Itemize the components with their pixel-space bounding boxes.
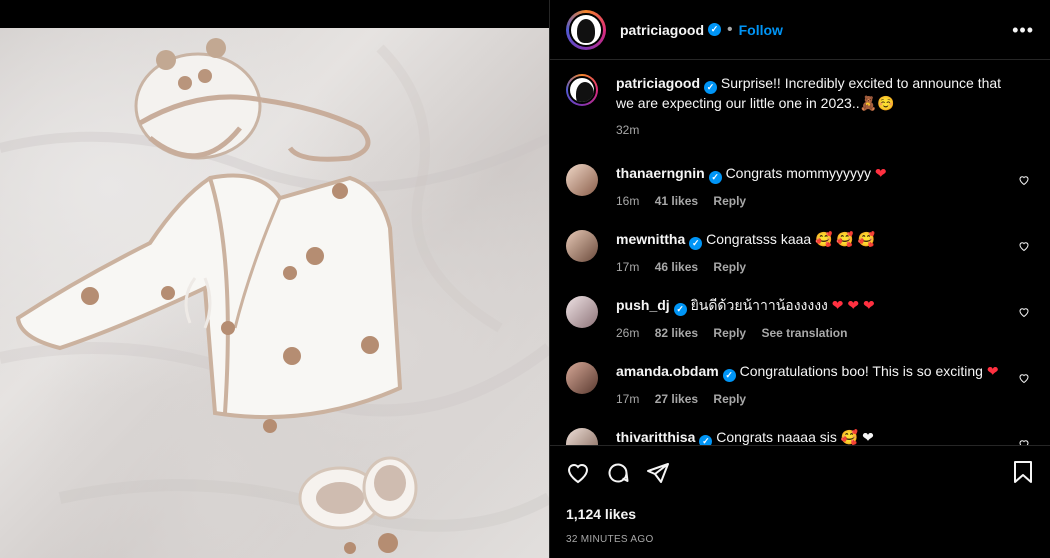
- like-comment-heart-icon[interactable]: [1018, 438, 1030, 445]
- like-comment-heart-icon[interactable]: [1018, 240, 1030, 252]
- reply-button[interactable]: Reply: [713, 260, 746, 274]
- comment-username[interactable]: thanaerngnin: [616, 165, 705, 181]
- baby-top: [15, 173, 403, 433]
- post-detail-panel: patriciagood ✓ • Follow ••• patriciagood…: [549, 0, 1050, 558]
- comment-row: push_dj ✓ ยินดีด้วยน้าาาน้องงงงง ❤ ❤ ❤ 26…: [566, 296, 1034, 362]
- likes-count[interactable]: 1,124 likes: [566, 506, 1034, 522]
- commenter-avatar[interactable]: [566, 296, 598, 328]
- verified-badge-icon: ✓: [708, 171, 722, 184]
- see-translation-button[interactable]: See translation: [761, 326, 847, 340]
- comment-text: Congratsss kaaa: [706, 231, 812, 247]
- baby-hat: [134, 38, 371, 162]
- like-comment-heart-icon[interactable]: [1018, 306, 1030, 318]
- comment-emoji: 🥰 🥰 🥰: [815, 231, 876, 247]
- separator-dot: •: [727, 20, 733, 38]
- like-heart-icon[interactable]: [566, 461, 590, 485]
- comment-time: 17m: [616, 392, 640, 406]
- comment-text: Congrats naaaa sis: [716, 429, 837, 445]
- baby-booties: [298, 456, 418, 554]
- caption-username[interactable]: patriciagood: [616, 75, 700, 91]
- more-options-icon[interactable]: •••: [1012, 20, 1034, 41]
- like-comment-heart-icon[interactable]: [1018, 174, 1030, 186]
- reply-button[interactable]: Reply: [713, 194, 746, 208]
- commenter-avatar[interactable]: [566, 428, 598, 445]
- share-paper-plane-icon[interactable]: [646, 461, 670, 485]
- verified-badge-icon: ✓: [673, 303, 687, 316]
- comment-username[interactable]: mewnittha: [616, 231, 685, 247]
- bookmark-save-icon[interactable]: [1012, 460, 1034, 484]
- like-comment-heart-icon[interactable]: [1018, 372, 1030, 384]
- comment-time: 26m: [616, 326, 640, 340]
- post-timestamp: 32 MINUTES AGO: [566, 534, 654, 545]
- comment-row: thivaritthisa ✓ Congrats naaaa sis 🥰 ❤: [566, 428, 1034, 445]
- comment-row: thanaerngnin ✓ Congrats mommyyyyyy ❤ 16m …: [566, 164, 1034, 230]
- comment-time: 16m: [616, 194, 640, 208]
- verified-badge-icon: ✓: [704, 81, 718, 94]
- post-actions: 1,124 likes 32 MINUTES AGO: [550, 445, 1050, 558]
- caption-row: patriciagood ✓ Surprise!! Incredibly exci…: [566, 74, 1034, 140]
- caption-time: 32m: [616, 123, 640, 137]
- comment-username[interactable]: thivaritthisa: [616, 429, 695, 445]
- comment-username[interactable]: push_dj: [616, 297, 670, 313]
- comment-text: Congrats mommyyyyyy: [725, 165, 872, 181]
- reply-button[interactable]: Reply: [713, 326, 746, 340]
- verified-badge-icon: ✓: [708, 23, 722, 36]
- comment-time: 17m: [616, 260, 640, 274]
- verified-badge-icon: ✓: [689, 237, 703, 250]
- comment-text: ยินดีด้วยน้าาาน้องงงงง: [690, 297, 828, 313]
- author-avatar[interactable]: [566, 9, 606, 50]
- reply-button[interactable]: Reply: [713, 392, 746, 406]
- commenter-avatar[interactable]: [566, 164, 598, 196]
- comment-emoji: ❤: [986, 363, 999, 379]
- comment-likes[interactable]: 82 likes: [655, 326, 698, 340]
- follow-button[interactable]: Follow: [739, 22, 783, 38]
- author-username[interactable]: patriciagood: [620, 22, 704, 38]
- verified-badge-icon: ✓: [699, 435, 713, 445]
- post-header: patriciagood ✓ • Follow •••: [550, 0, 1050, 60]
- comments-list[interactable]: patriciagood ✓ Surprise!! Incredibly exci…: [550, 60, 1050, 445]
- comment-row: amanda.obdam ✓ Congratulations boo! This …: [566, 362, 1034, 428]
- comment-emoji: ❤: [874, 165, 887, 181]
- top-black-strip: [0, 0, 549, 28]
- comment-row: mewnittha ✓ Congratsss kaaa 🥰 🥰 🥰 17m 46 …: [566, 230, 1034, 296]
- comment-likes[interactable]: 46 likes: [655, 260, 698, 274]
- comment-text: Congratulations boo! This is so exciting: [739, 363, 983, 379]
- baby-clothes-illustration: [0, 38, 549, 554]
- comment-emoji: ❤ ❤ ❤: [831, 297, 875, 313]
- caption-avatar[interactable]: [566, 74, 598, 106]
- comment-username[interactable]: amanda.obdam: [616, 363, 719, 379]
- commenter-avatar[interactable]: [566, 230, 598, 262]
- post-image[interactable]: [0, 28, 549, 558]
- commenter-avatar[interactable]: [566, 362, 598, 394]
- comment-emoji: 🥰 ❤: [840, 429, 874, 445]
- comment-likes[interactable]: 41 likes: [655, 194, 698, 208]
- verified-badge-icon: ✓: [722, 369, 736, 382]
- comment-bubble-icon[interactable]: [606, 461, 630, 485]
- comment-likes[interactable]: 27 likes: [655, 392, 698, 406]
